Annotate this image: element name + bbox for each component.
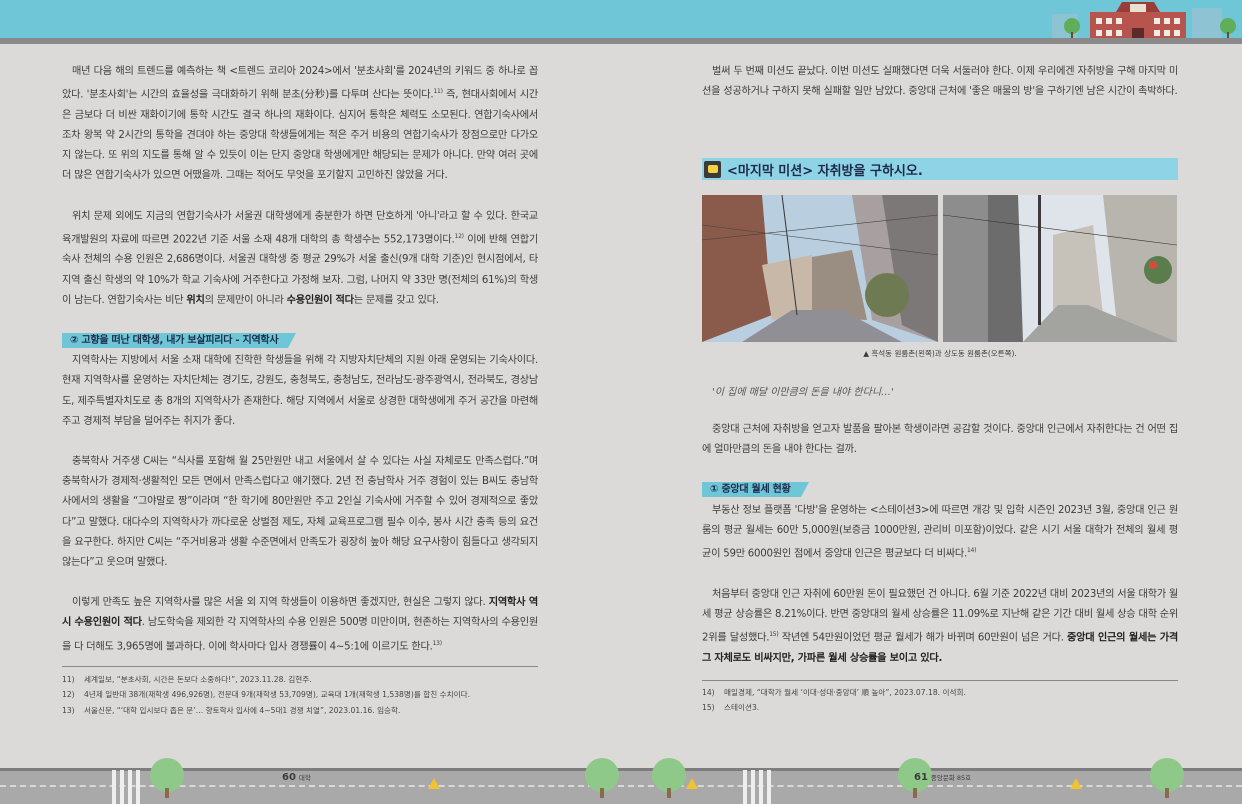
crosswalk bbox=[112, 770, 142, 804]
paragraph: 위치 문제 외에도 지금의 연합기숙사가 서울권 대학생에게 충분한가 하면 단… bbox=[62, 210, 538, 306]
paragraph: 매년 다음 해의 트렌드를 예측하는 책 <트렌드 코리아 2024>에서 '분… bbox=[62, 66, 538, 182]
footnote: 15) 스테이션3. bbox=[702, 703, 760, 713]
paragraph: 벌써 두 번째 미션도 끝났다. 이번 미션도 실패했다면 더욱 서둘러야 한다… bbox=[702, 66, 1178, 98]
left-column: 매년 다음 해의 트렌드를 예측하는 책 <트렌드 코리아 2024>에서 '분… bbox=[62, 62, 538, 677]
road-lane-line bbox=[0, 785, 1242, 787]
paragraph: 이렇게 만족도 높은 지역학사를 많은 서울 외 지역 학생들이 이용하면 좋겠… bbox=[62, 597, 538, 653]
subheading: ① 중앙대 월세 현황 bbox=[702, 482, 809, 498]
paragraph: 부동산 정보 플랫폼 '다방'을 운영하는 <스테이션3>에 따르면 개강 및 … bbox=[702, 504, 1178, 560]
road-footer-decoration bbox=[0, 770, 1242, 804]
right-column-body: 중앙대 근처에 자취방을 얻고자 발품을 팔아본 학생이라면 공감할 것이다. … bbox=[702, 420, 1178, 689]
tree-icon bbox=[150, 758, 184, 798]
paragraph: 충북학사 거주생 C씨는 “식사를 포함해 월 25만원만 내고 서울에서 살 … bbox=[62, 456, 538, 569]
right-column-intro: 벌써 두 번째 미션도 끝났다. 이번 미션도 실패했다면 더욱 서둘러야 한다… bbox=[702, 62, 1178, 122]
section-heading-bar: <마지막 미션> 자취방을 구하시오. bbox=[702, 158, 1178, 180]
quote-text: '이 집에 매달 이만큼의 돈을 내야 한다니…' bbox=[712, 387, 894, 398]
top-banner bbox=[0, 0, 1242, 44]
crosswalk bbox=[743, 770, 773, 804]
warning-sign-icon bbox=[428, 778, 440, 789]
footnote: 14) 매일경제, “대학가 월세 ‘이대·성대·중앙대’ 順 높아”, 2023… bbox=[702, 688, 966, 697]
footnote: 11) 세계일보, “분초사회, 시간은 돈보다 소중하다!”, 2023.11.… bbox=[62, 675, 312, 684]
speech-bubble-icon bbox=[704, 160, 721, 178]
footnote: 12) 4년제 일반대 38개(재학생 496,926명), 전문대 9개(재학생… bbox=[62, 690, 470, 700]
footnote-divider bbox=[62, 666, 538, 667]
school-building-illustration bbox=[1052, 2, 1236, 44]
subheading: ② 고향을 떠난 대학생, 내가 보살피리다 - 지역학사 bbox=[62, 333, 297, 349]
heukseok-street-photo bbox=[702, 195, 938, 342]
photo-caption: ▲ 흑석동 원룸촌(왼쪽)과 상도동 원룸촌(오른쪽). bbox=[863, 349, 1017, 358]
paragraph: 처음부터 중앙대 인근 자취에 60만원 돈이 필요했던 건 아니다. 6월 기… bbox=[702, 588, 1178, 664]
sangdo-street-photo bbox=[943, 195, 1177, 342]
footnotes-right: 14) 매일경제, “대학가 월세 ‘이대·성대·중앙대’ 順 높아”, 2023… bbox=[702, 685, 1178, 716]
page-number-right: 61 중앙문화 85호 bbox=[914, 772, 972, 783]
tree-icon bbox=[1150, 758, 1184, 798]
footnotes-left: 11) 세계일보, “분초사회, 시간은 돈보다 소중하다!”, 2023.11.… bbox=[62, 672, 538, 718]
footnote: 13) 서울신문, “‘대학 입시보다 좁은 문’… 향토학사 입사에 4~5대1… bbox=[62, 705, 401, 715]
footnote-divider bbox=[702, 680, 1178, 681]
page-number-left: 60 대학 bbox=[282, 772, 311, 783]
warning-sign-icon bbox=[686, 778, 698, 789]
tree-icon bbox=[652, 758, 686, 798]
tree-icon bbox=[585, 758, 619, 798]
paragraph: 지역학사는 지방에서 서울 소재 대학에 진학한 학생들을 위해 각 지방자치단… bbox=[62, 355, 538, 427]
paragraph: 중앙대 근처에 자취방을 얻고자 발품을 팔아본 학생이라면 공감할 것이다. … bbox=[702, 424, 1178, 456]
section-title: <마지막 미션> 자취방을 구하시오. bbox=[727, 163, 923, 179]
road-curb bbox=[0, 768, 1242, 771]
warning-sign-icon bbox=[1070, 778, 1082, 789]
